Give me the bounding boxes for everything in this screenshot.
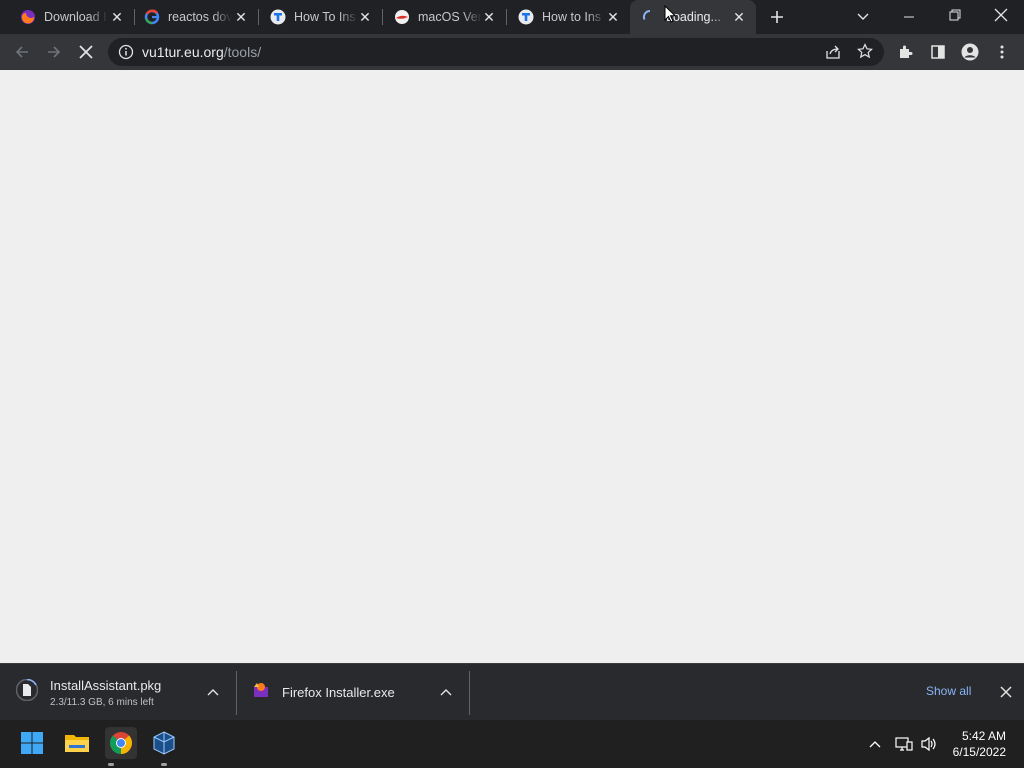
side-panel-button[interactable] <box>926 40 950 64</box>
speaker-icon <box>921 736 936 752</box>
url-text[interactable]: vu1tur.eu.org/tools/ <box>142 44 261 60</box>
windows-logo-icon <box>21 732 43 754</box>
divider <box>236 671 237 715</box>
tray-overflow-button[interactable] <box>865 720 885 768</box>
file-icon <box>15 678 39 706</box>
close-icon[interactable]: ✕ <box>358 10 372 24</box>
address-bar[interactable]: vu1tur.eu.org/tools/ <box>108 38 884 66</box>
network-button[interactable] <box>893 720 915 768</box>
close-icon[interactable]: ✕ <box>482 10 496 24</box>
arrow-left-icon <box>15 46 28 58</box>
macos-icon <box>394 9 410 25</box>
download-filename: InstallAssistant.pkg <box>50 677 162 693</box>
chevron-down-icon <box>857 13 869 20</box>
url-host: vu1tur.eu.org <box>142 44 224 60</box>
close-icon[interactable]: ✕ <box>732 10 746 24</box>
close-icon <box>994 8 1008 22</box>
mouse-cursor-icon <box>664 4 677 28</box>
show-all-button[interactable]: Show all <box>926 684 971 698</box>
downloads-bar: InstallAssistant.pkg 2.3/11.3 GB, 6 mins… <box>0 663 1024 720</box>
bookmark-star-icon[interactable] <box>857 43 873 64</box>
arrow-right-icon <box>48 46 61 58</box>
close-icon[interactable]: ✕ <box>234 10 248 24</box>
clock[interactable]: 5:42 AM 6/15/2022 <box>953 728 1006 760</box>
folder-icon <box>65 735 89 752</box>
download-options-button[interactable] <box>201 680 225 704</box>
volume-button[interactable] <box>918 720 940 768</box>
virtualbox-icon <box>153 731 175 755</box>
tab-search-button[interactable] <box>851 5 875 29</box>
network-icon <box>895 737 913 751</box>
tab-how-to-install-2[interactable]: How to Ins ✕ <box>506 0 630 34</box>
back-button[interactable] <box>10 40 34 64</box>
taskbar: 5:42 AM 6/15/2022 <box>0 720 1024 768</box>
tab-title: How to Ins <box>542 10 602 24</box>
info-icon[interactable] <box>118 44 134 65</box>
close-icon[interactable]: ✕ <box>606 10 620 24</box>
running-indicator <box>161 763 167 766</box>
firefox-icon <box>20 9 36 25</box>
file-explorer-button[interactable] <box>61 727 93 759</box>
divider <box>469 671 470 715</box>
restore-icon <box>949 9 961 21</box>
download-item[interactable]: Firefox Installer.exe <box>252 664 395 721</box>
tab-download-firefox[interactable]: Download I ✕ <box>0 0 135 34</box>
side-panel-icon <box>931 45 945 59</box>
t-logo-icon <box>518 9 534 25</box>
stop-icon <box>79 45 93 59</box>
person-icon <box>961 43 979 61</box>
tab-strip: Download I ✕ reactos dov ✕ How To Ins ✕ … <box>0 0 1024 34</box>
download-status: 2.3/11.3 GB, 6 mins left <box>50 696 154 708</box>
windows-start-button[interactable] <box>16 727 48 759</box>
plus-icon <box>771 11 783 23</box>
chrome-taskbar-button[interactable] <box>105 727 137 759</box>
firefox-installer-icon <box>252 681 270 704</box>
tab-reactos[interactable]: reactos dov ✕ <box>134 0 259 34</box>
loading-spinner-icon <box>642 9 658 25</box>
clock-date: 6/15/2022 <box>952 745 1006 759</box>
url-path: /tools/ <box>223 44 262 60</box>
chevron-up-icon <box>440 689 452 696</box>
chevron-up-icon <box>869 741 881 748</box>
tab-title: macOS Ven <box>418 10 482 24</box>
chrome-icon <box>110 732 132 754</box>
t-logo-icon <box>270 9 286 25</box>
tab-title: How To Ins <box>294 10 356 24</box>
share-icon[interactable] <box>825 44 841 65</box>
tab-macos-ventura[interactable]: macOS Ven ✕ <box>382 0 507 34</box>
clock-time: 5:42 AM <box>961 729 1006 743</box>
tab-title: reactos dov <box>168 10 232 24</box>
profile-button[interactable] <box>958 40 982 64</box>
download-options-button[interactable] <box>434 680 458 704</box>
page-content[interactable] <box>0 70 1024 663</box>
minimize-button[interactable] <box>897 5 921 29</box>
close-window-button[interactable] <box>989 3 1013 27</box>
download-filename: Firefox Installer.exe <box>282 685 395 700</box>
tab-title: Download I <box>44 10 107 24</box>
extensions-button[interactable] <box>894 40 918 64</box>
stop-loading-button[interactable] <box>74 40 98 64</box>
restore-button[interactable] <box>943 3 967 27</box>
tab-loading-active[interactable]: Loading... ✕ <box>630 0 756 34</box>
running-indicator <box>108 763 114 766</box>
minimize-icon <box>904 16 914 18</box>
puzzle-icon <box>900 45 913 58</box>
close-icon[interactable]: ✕ <box>110 10 124 24</box>
close-downloads-button[interactable] <box>994 680 1018 704</box>
download-item[interactable]: InstallAssistant.pkg 2.3/11.3 GB, 6 mins… <box>15 664 162 721</box>
kebab-menu-icon <box>1000 45 1004 59</box>
close-icon <box>1000 686 1012 698</box>
forward-button[interactable] <box>42 40 66 64</box>
new-tab-button[interactable] <box>765 5 789 29</box>
chevron-up-icon <box>207 689 219 696</box>
menu-button[interactable] <box>990 40 1014 64</box>
tab-how-to-install-1[interactable]: How To Ins ✕ <box>258 0 383 34</box>
virtualbox-taskbar-button[interactable] <box>148 727 180 759</box>
google-icon <box>144 9 160 25</box>
